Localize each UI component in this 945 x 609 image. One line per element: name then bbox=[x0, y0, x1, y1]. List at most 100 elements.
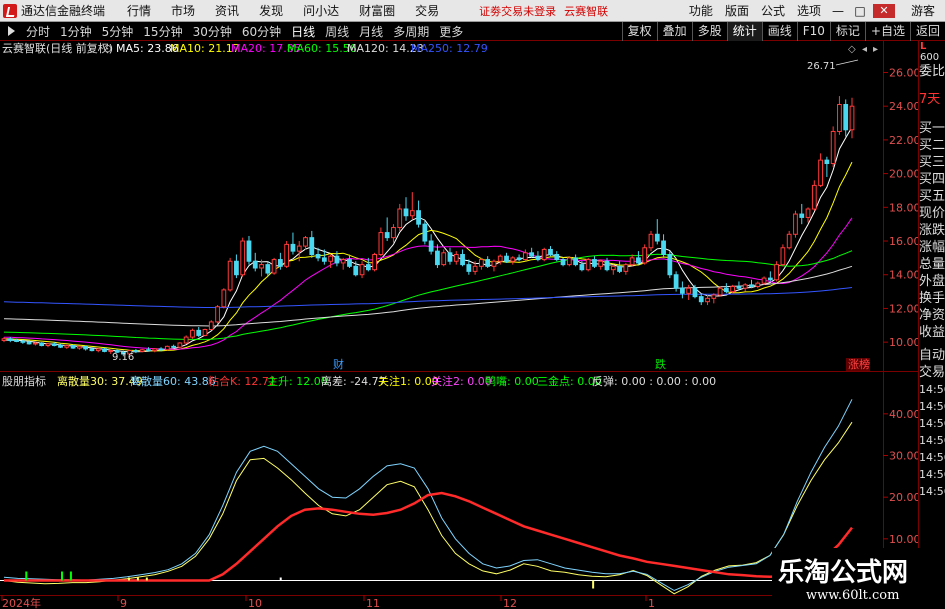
tick-time: 14:56 bbox=[919, 468, 945, 481]
tab-intraday[interactable]: 分时 bbox=[21, 23, 55, 40]
price-tick-label: 18.00 bbox=[889, 201, 918, 214]
candle bbox=[190, 328, 195, 339]
ma-line bbox=[3, 161, 853, 352]
tab-5min[interactable]: 5分钟 bbox=[97, 23, 139, 40]
minimize-icon[interactable]: — bbox=[827, 4, 849, 18]
quote-auto[interactable]: 自动 bbox=[919, 347, 945, 364]
price-tick-label: 12.00 bbox=[889, 302, 918, 315]
maximize-icon[interactable]: □ bbox=[849, 4, 871, 18]
stock-code[interactable]: L 600 bbox=[919, 41, 945, 63]
quote-field: 净资 bbox=[919, 308, 945, 323]
f10-button[interactable]: F10 bbox=[796, 21, 830, 41]
candle bbox=[573, 254, 578, 267]
draw-line-button[interactable]: 画线 bbox=[761, 21, 797, 41]
candle bbox=[340, 257, 346, 270]
candle bbox=[70, 344, 76, 349]
candle bbox=[516, 254, 522, 262]
chart-area[interactable]: 云赛智联(日线 前复权) ⊙ MA5: 23.86 MA10: 21.17 MA… bbox=[0, 41, 918, 609]
menu-wealth[interactable]: 财富圈 bbox=[349, 2, 405, 19]
candle bbox=[460, 249, 465, 267]
add-watchlist-button[interactable]: +自选 bbox=[864, 21, 910, 41]
menu-ask[interactable]: 问小达 bbox=[293, 2, 349, 19]
collapse-icon[interactable]: ◂ bbox=[862, 44, 867, 55]
tab-30min[interactable]: 30分钟 bbox=[188, 23, 237, 40]
tab-daily[interactable]: 日线 bbox=[286, 23, 320, 40]
candle bbox=[347, 254, 352, 268]
marker-gain-list[interactable]: 涨榜 bbox=[848, 357, 870, 371]
candle bbox=[554, 251, 560, 262]
menu-function[interactable]: 功能 bbox=[683, 2, 719, 19]
candle bbox=[742, 283, 748, 292]
back-button[interactable]: 返回 bbox=[909, 21, 945, 41]
watermark-title: 乐淘公式网 bbox=[778, 558, 909, 588]
tab-monthly[interactable]: 月线 bbox=[354, 23, 388, 40]
ma10-label: MA10: 21.17 bbox=[170, 42, 240, 55]
candle bbox=[623, 262, 629, 275]
expand-icon[interactable]: ▸ bbox=[873, 44, 878, 55]
tick-time: 14:56 bbox=[919, 451, 945, 464]
play-icon[interactable] bbox=[8, 26, 15, 36]
mark-button[interactable]: 标记 bbox=[829, 21, 865, 41]
indicator-axis: 10.00 20.00 30.00 40.00 bbox=[883, 408, 918, 546]
price-tick-label: 24.00 bbox=[889, 100, 918, 113]
candle bbox=[585, 257, 591, 272]
ma-line bbox=[3, 217, 853, 350]
quote-seven-days[interactable]: 7天 bbox=[919, 80, 945, 120]
high-price-annotation: 26.71 bbox=[807, 61, 836, 72]
menu-formula[interactable]: 公式 bbox=[755, 2, 791, 19]
tab-60min[interactable]: 60分钟 bbox=[237, 23, 286, 40]
candle bbox=[510, 256, 516, 265]
candle bbox=[453, 251, 459, 265]
marker-drop[interactable]: 跌 bbox=[655, 357, 666, 371]
menu-news[interactable]: 资讯 bbox=[205, 2, 249, 19]
quote-trade[interactable]: 交易 bbox=[919, 364, 945, 381]
candle bbox=[774, 261, 780, 282]
ma250-label: MA250: 12.79 bbox=[411, 42, 488, 55]
candle bbox=[617, 261, 622, 274]
market-flag: L bbox=[920, 41, 927, 52]
tab-15min[interactable]: 15分钟 bbox=[138, 23, 187, 40]
indicator-main-rise: 主升: 12.00 bbox=[267, 375, 328, 388]
candle bbox=[799, 203, 805, 225]
candle bbox=[642, 244, 648, 265]
menu-discover[interactable]: 发现 bbox=[249, 2, 293, 19]
diamond-icon[interactable]: ◇ bbox=[848, 44, 856, 55]
quote-field: 买一 bbox=[919, 121, 945, 136]
candle bbox=[1, 337, 7, 343]
tab-1min[interactable]: 1分钟 bbox=[55, 23, 97, 40]
candle bbox=[541, 247, 547, 262]
candle bbox=[755, 281, 761, 289]
tab-weekly[interactable]: 周线 bbox=[320, 23, 354, 40]
statistics-button[interactable]: 统计 bbox=[726, 21, 762, 41]
candle bbox=[673, 271, 679, 292]
candle bbox=[566, 256, 572, 267]
multi-stock-button[interactable]: 多股 bbox=[691, 21, 727, 41]
guest-user[interactable]: 游客 bbox=[895, 2, 945, 19]
candle bbox=[786, 230, 792, 250]
adjust-button[interactable]: 复权 bbox=[621, 21, 657, 41]
candle bbox=[196, 326, 202, 338]
quote-fields: 买一 买二 买三 买四 买五 现价 涨跌 涨幅 总量 外盘 换手 净资 收益 bbox=[919, 120, 945, 341]
quote-commission-ratio: 委比 bbox=[919, 64, 945, 79]
candle bbox=[723, 283, 729, 294]
candle bbox=[422, 220, 428, 245]
menu-options[interactable]: 选项 bbox=[791, 2, 827, 19]
menu-layout[interactable]: 版面 bbox=[719, 2, 755, 19]
stock-name-notice: 云赛智联 bbox=[564, 4, 609, 18]
marker-finance[interactable]: 财 bbox=[333, 357, 344, 371]
overlay-button[interactable]: 叠加 bbox=[656, 21, 692, 41]
candle bbox=[479, 257, 484, 270]
menu-trade[interactable]: 交易 bbox=[405, 2, 449, 19]
tab-more[interactable]: 更多 bbox=[434, 23, 468, 40]
login-notice[interactable]: 证劵交易未登录 bbox=[479, 3, 556, 19]
indicator-name[interactable]: 股朋指标 bbox=[2, 374, 46, 388]
tab-multi-period[interactable]: 多周期 bbox=[388, 23, 434, 40]
time-tick-label: 10 bbox=[248, 597, 262, 609]
close-icon[interactable]: ✕ bbox=[872, 3, 895, 18]
time-tick-label: 11 bbox=[366, 597, 380, 609]
settings-icon[interactable]: ⊙ bbox=[103, 42, 112, 55]
candle bbox=[780, 244, 786, 267]
menu-market[interactable]: 市场 bbox=[161, 2, 205, 19]
candle bbox=[246, 235, 252, 265]
menu-quotes[interactable]: 行情 bbox=[117, 2, 161, 19]
